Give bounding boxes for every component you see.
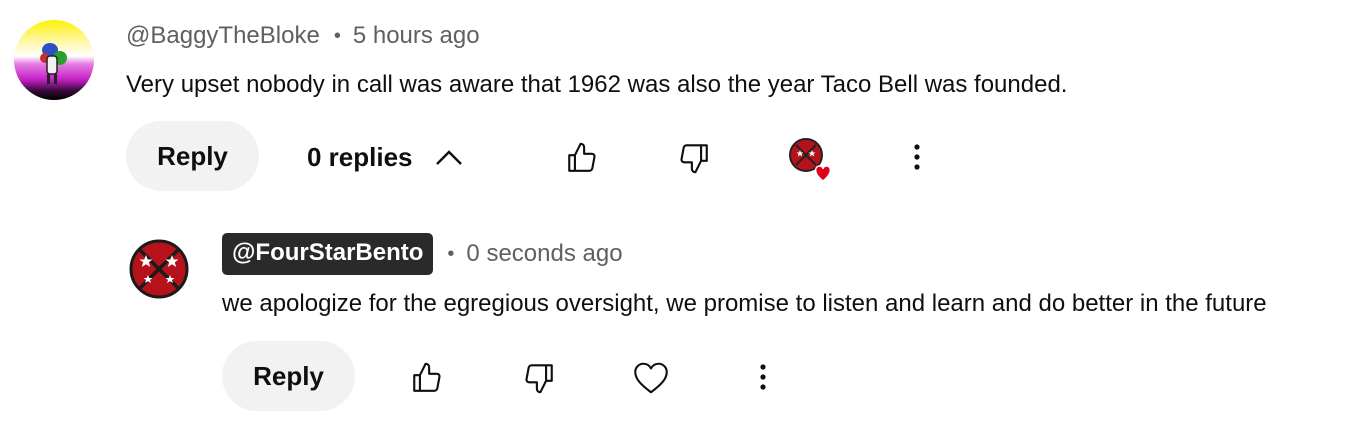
reply-author-avatar[interactable] xyxy=(128,238,190,300)
more-vertical-icon xyxy=(914,144,920,170)
reply-text: we apologize for the egregious oversight… xyxy=(222,290,1267,317)
creator-heart-badge-icon xyxy=(789,138,832,182)
dislike-button[interactable] xyxy=(673,137,715,179)
replies-count-label: 0 replies xyxy=(307,141,413,172)
more-vertical-icon xyxy=(760,364,766,390)
reply-author-handle[interactable]: @FourStarBento xyxy=(222,233,434,275)
heart-button[interactable] xyxy=(630,357,672,399)
dislike-button[interactable] xyxy=(518,357,560,399)
meta-separator: • xyxy=(447,242,455,265)
reply-button[interactable]: Reply xyxy=(126,121,259,191)
comment-header: @BaggyTheBloke • 5 hours ago xyxy=(126,22,480,50)
chevron-up-icon xyxy=(435,150,462,165)
thumbs-down-icon xyxy=(680,144,708,174)
more-options-button[interactable] xyxy=(746,357,780,397)
more-options-button[interactable] xyxy=(900,137,934,177)
commenter-handle[interactable]: @BaggyTheBloke xyxy=(126,22,320,50)
like-button[interactable] xyxy=(561,137,603,179)
reply-header: @FourStarBento • 0 seconds ago xyxy=(222,233,623,275)
comment-text: Very upset nobody in call was aware that… xyxy=(126,71,1068,98)
commenter-avatar[interactable] xyxy=(14,20,94,100)
reply-button[interactable]: Reply xyxy=(222,341,355,411)
replies-toggle-button[interactable]: 0 replies xyxy=(307,138,463,176)
like-button[interactable] xyxy=(406,357,448,399)
heart-outline-icon xyxy=(634,362,668,394)
comment-timestamp[interactable]: 5 hours ago xyxy=(353,22,480,50)
reply-timestamp[interactable]: 0 seconds ago xyxy=(466,240,622,268)
creator-heart-badge xyxy=(788,138,836,186)
meta-separator: • xyxy=(333,24,341,47)
thumbs-up-icon xyxy=(568,142,596,172)
thumbs-up-icon xyxy=(413,362,441,392)
thumbs-down-icon xyxy=(525,364,553,394)
